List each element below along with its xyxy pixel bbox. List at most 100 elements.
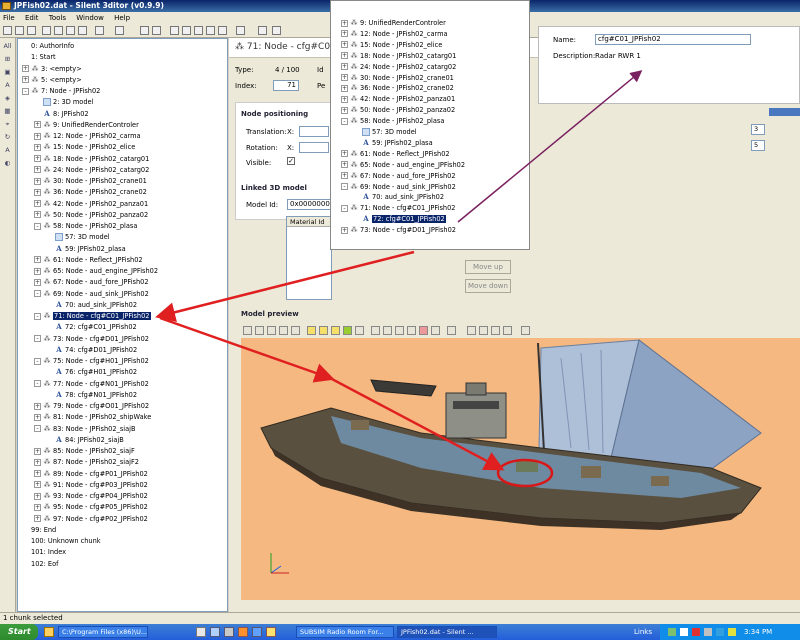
new-icon[interactable] [3,26,12,35]
tray-network-icon[interactable] [668,628,676,636]
view-top-icon[interactable] [291,326,300,335]
tree-item[interactable]: + ⁂ 24: Node - JPFish02_catarg02 [34,165,149,175]
expand-icon[interactable]: + [34,413,41,421]
tree-item[interactable]: + ⁂ 30: Node - JPFish02_crane01 [341,73,454,83]
paint-icon[interactable] [218,26,227,35]
tree-item[interactable]: A 72: cfg#C01_JPFish02 [46,322,136,332]
task-explorer[interactable]: C:\Program Files (x86)\U... [58,626,148,638]
flag-icon[interactable] [170,26,179,35]
tree-item[interactable]: + ⁂ 18: Node - JPFish02_catarg01 [341,51,456,61]
view-back-icon[interactable] [255,326,264,335]
model-preview-viewport[interactable] [241,338,800,600]
grid-icon[interactable] [236,26,245,35]
tree-item[interactable]: + ⁂ 81: Node - JPFish02_shipWake [34,412,151,422]
tree-item[interactable]: - ⁂ 69: Node - aud_sink_JPFish02 [34,289,149,299]
redo-icon[interactable] [115,26,124,35]
texture-toggle-icon[interactable] [343,326,352,335]
view-right-icon[interactable] [279,326,288,335]
tree-item[interactable]: + ⁂ 97: Node - cfg#P02_JPFish02 [34,514,148,524]
quicklaunch-icon[interactable] [224,627,234,637]
expand-icon[interactable]: + [34,278,41,286]
material-list[interactable]: Material Id [286,216,332,300]
tree-item[interactable]: + ⁂ 73: Node - cfg#D01_JPFish02 [341,225,456,235]
grid-toggle-icon[interactable] [371,326,380,335]
expand-icon[interactable]: + [341,172,348,180]
expand-icon[interactable]: + [341,84,348,92]
zoom-icon[interactable] [503,326,512,335]
tray-security-icon[interactable] [692,628,700,636]
expand-icon[interactable]: + [22,76,29,84]
tree-item[interactable]: A 70: aud_sink_JPFish02 [46,300,137,310]
expand-icon[interactable]: + [341,226,348,234]
panel-expander-bar[interactable] [769,108,800,116]
view-front-icon[interactable] [243,326,252,335]
axis-icon[interactable] [395,326,404,335]
tree-item[interactable]: 99: End [22,525,56,535]
collapse-icon[interactable]: - [34,222,41,230]
tree-item[interactable]: 102: Eof [22,559,58,569]
shading-icon[interactable] [447,326,456,335]
chunk-tree[interactable]: 0: AuthorInfo 1: Start + ⁂ 3: <empty> + ⁂ 5: <e… [17,38,228,612]
tree-item[interactable]: A 76: cfg#H01_JPFish02 [46,367,137,377]
tree-item[interactable]: + ⁂ 79: Node - cfg#O01_JPFish02 [34,401,149,411]
all-filter-icon[interactable]: All [2,42,13,51]
expand-icon[interactable]: + [34,402,41,410]
tree-item[interactable]: + ⁂ 61: Node - Reflect_JPFish02 [341,149,450,159]
tree-item[interactable]: A 59: JPFish02_plasa [353,138,432,148]
copy-icon[interactable] [54,26,63,35]
expand-icon[interactable]: + [22,65,29,72]
expand-icon[interactable]: + [34,470,41,477]
expand-icon[interactable]: + [341,63,348,71]
expand-icon[interactable]: + [341,41,348,49]
tree-item[interactable]: A 84: JPFish02_siajB [46,435,123,445]
tree-item[interactable]: + ⁂ 50: Node - JPFish02_panza02 [34,210,148,220]
node-filter-icon[interactable]: ⊞ [2,55,13,64]
translation-x-field[interactable] [299,126,329,137]
collapse-icon[interactable]: - [22,87,29,95]
expand-icon[interactable]: + [341,52,348,60]
material-column-header[interactable]: Material Id [287,217,331,227]
tree-item[interactable]: - ⁂ 83: Node - JPFish02_siajB [34,424,136,434]
tree-item[interactable]: 57: 3D model [353,127,417,137]
rotation-x-field[interactable] [299,142,329,153]
light2-icon[interactable] [319,326,328,335]
bones-icon[interactable] [431,326,440,335]
link-icon[interactable] [182,26,191,35]
start-button[interactable]: Start [0,624,38,640]
tree-item[interactable]: + ⁂ 42: Node - JPFish02_panza01 [34,199,148,209]
tray-icon[interactable] [680,628,688,636]
brush-icon[interactable] [206,26,215,35]
tree-item[interactable]: + ⁂ 93: Node - cfg#P04_JPFish02 [34,491,148,501]
tree-item[interactable]: - ⁂ 73: Node - cfg#D01_JPFish02 [34,334,149,344]
tree-item[interactable]: - ⁂ 69: Node - aud_sink_JPFish02 [341,182,456,192]
expand-icon[interactable]: + [341,95,348,103]
tree-item[interactable]: + ⁂ 12: Node - JPFish02_carma [34,131,141,141]
tree-item[interactable]: 57: 3D model [46,232,110,242]
texture-filter-icon[interactable]: ▦ [2,107,13,116]
tray-volume-icon[interactable] [716,628,724,636]
tree-item[interactable]: + ⁂ 67: Node - aud_fore_JPFish02 [34,277,149,287]
tree-item[interactable]: + ⁂ 9: UnifiedRenderControler [341,18,446,28]
tree-item[interactable]: 2: 3D model [34,97,93,107]
screenshot-icon[interactable] [479,326,488,335]
collapse-icon[interactable]: - [34,425,41,432]
expand-icon[interactable]: + [34,515,41,522]
tree-item[interactable]: A 74: cfg#D01_JPFish02 [46,345,137,355]
expand-icon[interactable]: + [341,30,348,38]
move-down-button[interactable]: Move down [465,279,511,293]
expand-icon[interactable]: + [34,155,41,162]
quicklaunch-icon[interactable] [252,627,262,637]
quicklaunch-icon[interactable] [210,627,220,637]
tree-item[interactable]: + ⁂ 3: <empty> [22,64,82,74]
menu-tools[interactable]: Tools [49,14,66,22]
expand-icon[interactable]: + [34,256,41,264]
model-icon[interactable] [194,26,203,35]
tree-item[interactable]: - ⁂ 58: Node - JPFish02_plasa [341,116,444,126]
links-toolbar[interactable]: Links [634,624,652,640]
tree-item[interactable]: - ⁂ 58: Node - JPFish02_plasa [34,221,137,231]
label-filter-icon[interactable]: A [2,146,13,155]
collapse-icon[interactable]: - [34,312,41,320]
tree-item[interactable]: - ⁂ 77: Node - cfg#N01_JPFish02 [34,379,149,389]
collapse-icon[interactable]: - [34,357,41,365]
play-icon[interactable] [521,326,530,335]
